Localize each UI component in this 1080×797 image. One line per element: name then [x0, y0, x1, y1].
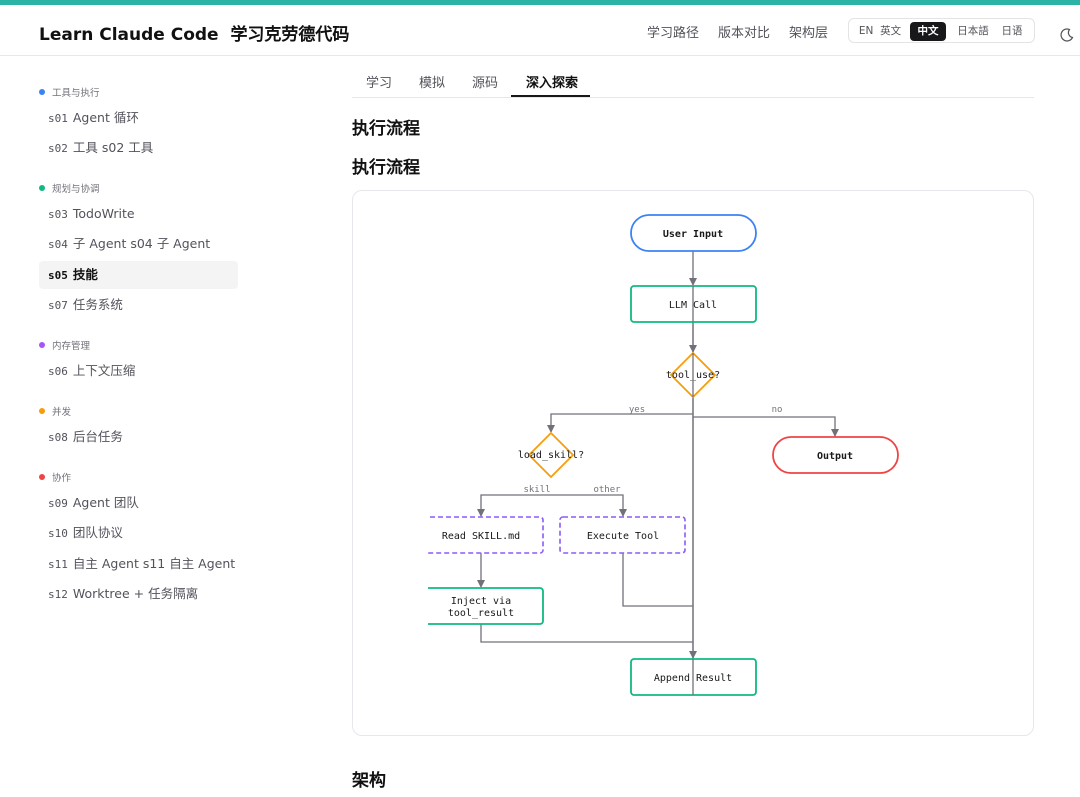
sidebar-item-s11[interactable]: s11 自主 Agent s11 自主 Agent — [39, 550, 238, 578]
content-tabs: 学习 模拟 源码 深入探索 — [352, 66, 1034, 98]
sidebar-item-s03[interactable]: s03 TodoWrite — [39, 200, 238, 228]
group-dot-icon — [39, 185, 45, 191]
tab-active-indicator — [511, 95, 590, 97]
group-dot-icon — [39, 408, 45, 414]
lang-option-en[interactable]: EN 英文 — [853, 22, 907, 41]
brand-title[interactable]: Learn Claude Code 学习克劳德代码 — [39, 20, 349, 45]
svg-text:User Input: User Input — [663, 229, 723, 240]
header: Learn Claude Code 学习克劳德代码 学习路径 版本对比 架构层 … — [0, 5, 1080, 56]
sidebar-item-s02[interactable]: s02 工具 s02 工具 — [39, 134, 238, 162]
sidebar-item-s09[interactable]: s09 Agent 团队 — [39, 489, 238, 517]
edge-label-skill: skill — [523, 485, 550, 495]
group-dot-icon — [39, 89, 45, 95]
node-read-skill: Read SKILL.md — [418, 516, 544, 554]
tab-simulate[interactable]: 模拟 — [419, 72, 445, 91]
group-dot-icon — [39, 342, 45, 348]
svg-text:tool_result: tool_result — [448, 608, 514, 619]
edge-exec-to-append — [622, 553, 693, 607]
node-output: Output — [772, 436, 899, 474]
sidebar-item-s12[interactable]: s12 Worktree + 任务隔离 — [39, 580, 238, 608]
svg-text:Read SKILL.md: Read SKILL.md — [442, 531, 520, 542]
sidebar-item-s07[interactable]: s07 任务系统 — [39, 291, 238, 319]
nav-version-compare[interactable]: 版本对比 — [718, 22, 770, 41]
edge-other — [551, 494, 627, 517]
lang-option-zh[interactable]: 中文 — [910, 22, 946, 41]
sidebar-group-tools: 工具与执行 — [39, 85, 100, 99]
node-user-input: User Input — [630, 214, 757, 252]
edge-label-no: no — [772, 405, 783, 415]
edge-skill — [477, 494, 551, 517]
sidebar-item-s10[interactable]: s10 团队协议 — [39, 519, 238, 547]
sidebar-group-collaboration: 协作 — [39, 470, 71, 484]
sidebar-item-s08[interactable]: s08 后台任务 — [39, 423, 238, 451]
svg-text:Inject via: Inject via — [451, 596, 511, 607]
clip-band — [354, 201, 428, 721]
svg-text:Output: Output — [817, 451, 853, 462]
language-switcher: EN 英文 中文 日本語 日语 — [848, 18, 1035, 43]
sidebar-group-concurrency: 并发 — [39, 404, 71, 418]
section-heading-flow: 执行流程 — [352, 119, 420, 139]
sidebar-item-s01[interactable]: s01 Agent 循环 — [39, 104, 238, 132]
sidebar-group-planning: 规划与协调 — [39, 181, 100, 195]
tab-learn[interactable]: 学习 — [366, 72, 392, 91]
edge-label-other: other — [593, 485, 621, 495]
lang-option-ja-cn[interactable]: 日语 — [996, 22, 1028, 41]
flowchart-diagram: yes no skill other User Input LLM Call t… — [354, 201, 899, 721]
edge-no — [693, 416, 839, 437]
nav-architecture[interactable]: 架构层 — [789, 22, 828, 41]
section-heading-flow-diagram: 执行流程 — [352, 158, 420, 178]
edge-inject-to-append — [480, 624, 693, 643]
tab-deep-dive[interactable]: 深入探索 — [526, 72, 578, 91]
sidebar-group-memory: 内存管理 — [39, 338, 90, 352]
sidebar-item-s05[interactable]: s05 技能 — [39, 261, 238, 289]
flowchart-card: yes no skill other User Input LLM Call t… — [352, 190, 1034, 736]
node-load-skill-decision: load_skill? — [518, 431, 584, 479]
lang-option-ja[interactable]: 日本語 — [953, 22, 993, 41]
node-execute-tool: Execute Tool — [559, 516, 686, 554]
moon-icon[interactable] — [1060, 28, 1074, 42]
edge-yes — [547, 413, 693, 433]
svg-text:Execute Tool: Execute Tool — [587, 531, 659, 542]
edge-label-yes: yes — [629, 405, 645, 415]
svg-text:load_skill?: load_skill? — [518, 450, 584, 461]
sidebar-item-s04[interactable]: s04 子 Agent s04 子 Agent — [39, 230, 238, 258]
group-dot-icon — [39, 474, 45, 480]
node-inject-result: Inject via tool_result — [418, 587, 544, 625]
nav-learning-path[interactable]: 学习路径 — [647, 22, 699, 41]
tab-source[interactable]: 源码 — [472, 72, 498, 91]
sidebar-item-s06[interactable]: s06 上下文压缩 — [39, 357, 238, 385]
section-heading-architecture: 架构 — [352, 771, 386, 791]
